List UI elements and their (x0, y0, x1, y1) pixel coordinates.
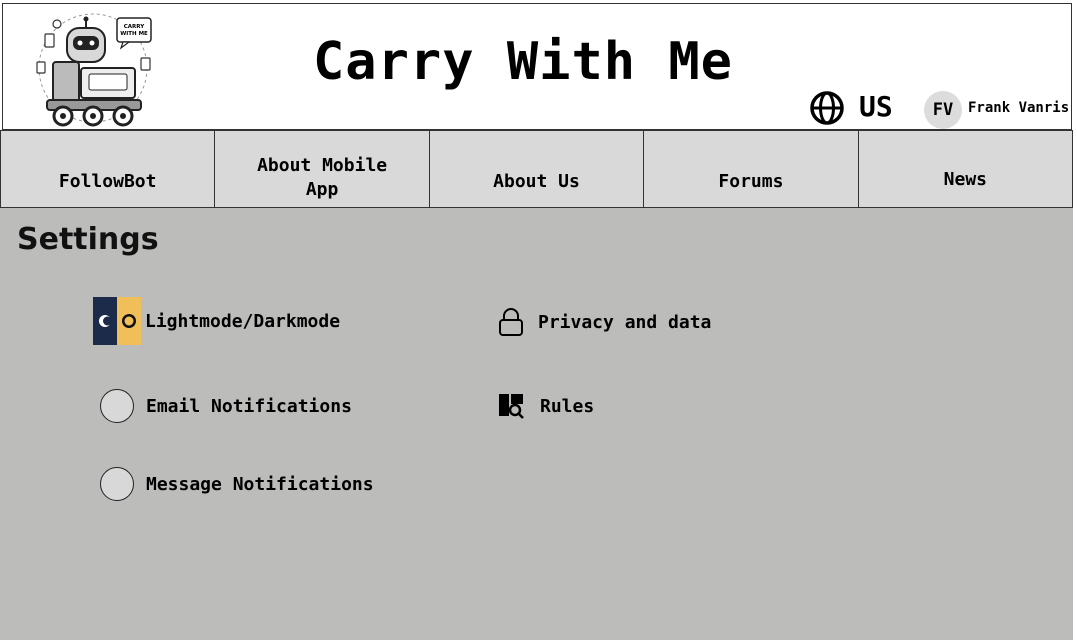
setting-message-notifications[interactable]: Message Notifications (100, 467, 374, 501)
nav-label: About Us (493, 170, 580, 192)
region-selector[interactable]: US (859, 90, 893, 123)
lightmode-darkmode-icon[interactable] (93, 297, 141, 345)
user-name[interactable]: Frank Vanris (968, 100, 1069, 116)
settings-panel: Settings Lightmode/Darkmode Email Notifi… (0, 208, 1073, 640)
setting-label: Privacy and data (538, 311, 712, 333)
setting-label: Lightmode/Darkmode (145, 310, 341, 332)
nav-followbot[interactable]: FollowBot (1, 131, 216, 207)
book-search-icon (498, 392, 526, 420)
message-notifications-toggle[interactable] (100, 467, 134, 501)
lock-icon (498, 307, 524, 337)
moon-icon (93, 297, 117, 345)
site-title: Carry With Me (313, 32, 733, 92)
setting-label: Email Notifications (146, 395, 352, 417)
nav-news[interactable]: News (859, 131, 1072, 207)
nav-about-mobile-app[interactable]: About Mobile App (215, 131, 430, 207)
setting-label: Rules (540, 395, 595, 417)
globe-icon[interactable] (809, 90, 845, 126)
avatar-initials: FV (932, 100, 954, 120)
setting-email-notifications[interactable]: Email Notifications (100, 389, 352, 423)
svg-text:WITH ME: WITH ME (120, 31, 148, 37)
main-nav: FollowBot About Mobile App About Us Foru… (0, 130, 1073, 208)
nav-label: About Mobile App (257, 155, 388, 200)
nav-label: News (943, 168, 987, 190)
nav-forums[interactable]: Forums (644, 131, 859, 207)
avatar[interactable]: FV (924, 91, 962, 129)
nav-label: Forums (718, 170, 784, 192)
robot-carrier-logo[interactable]: CARRY WITH ME (23, 10, 163, 128)
page-title: Settings (17, 222, 159, 257)
nav-label: FollowBot (58, 170, 157, 192)
setting-lightmode-darkmode[interactable]: Lightmode/Darkmode (93, 297, 340, 345)
site-header: CARRY WITH ME Carry With Me US FV Frank … (2, 3, 1072, 130)
setting-privacy-and-data[interactable]: Privacy and data (498, 307, 711, 337)
setting-label: Message Notifications (146, 473, 374, 495)
sun-icon (117, 297, 141, 345)
email-notifications-toggle[interactable] (100, 389, 134, 423)
nav-about-us[interactable]: About Us (430, 131, 645, 207)
svg-text:CARRY: CARRY (124, 24, 145, 30)
setting-rules[interactable]: Rules (498, 392, 594, 420)
